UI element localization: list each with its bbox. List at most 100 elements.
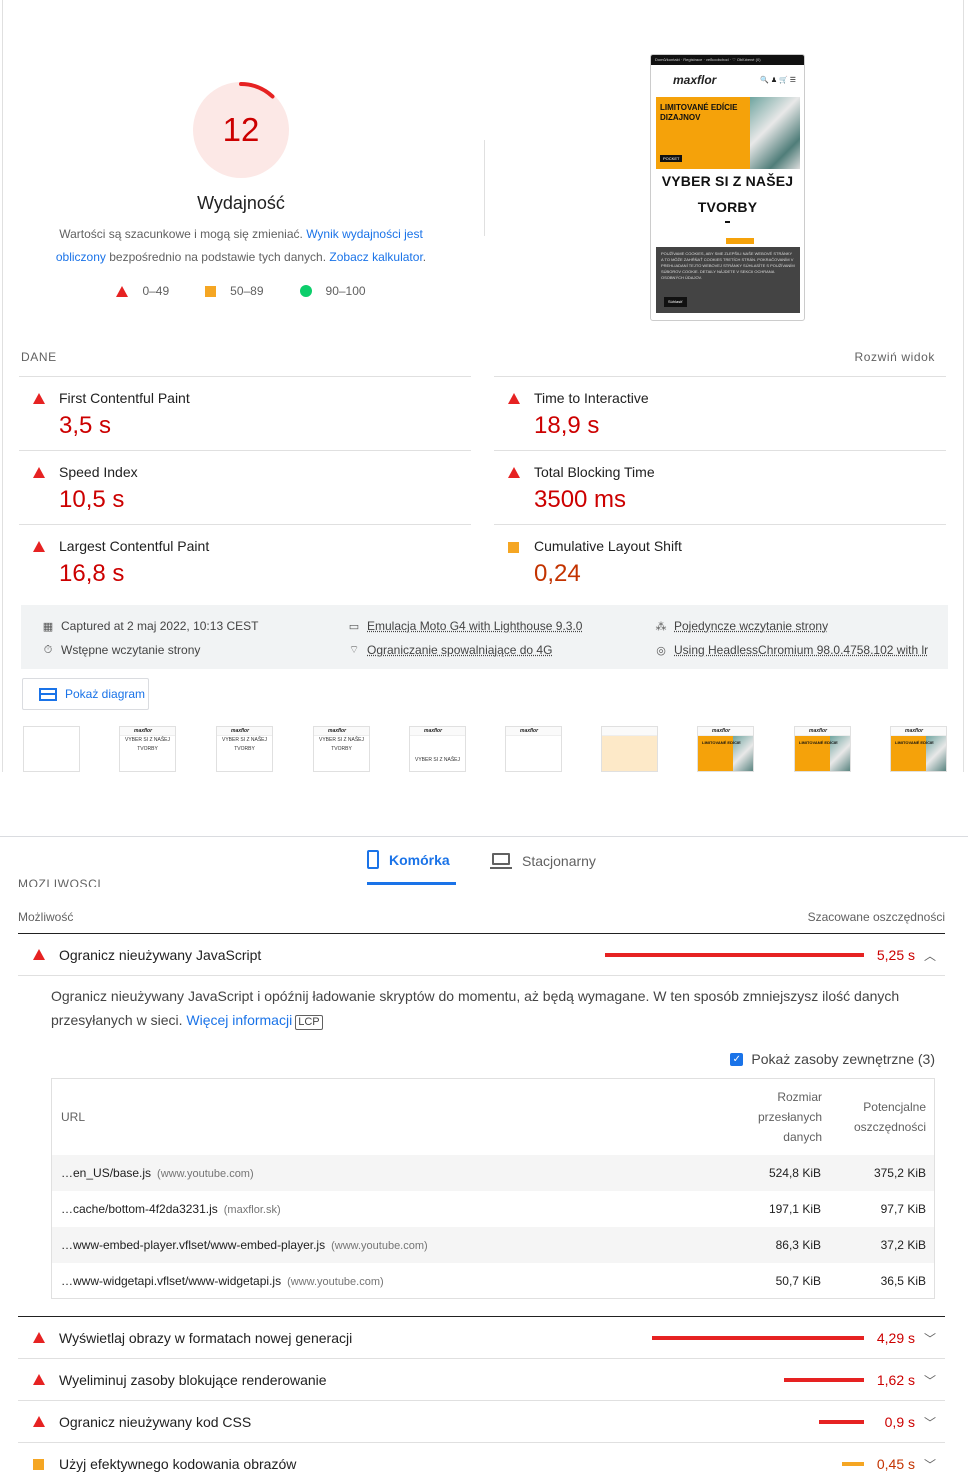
frame-logo: maxflor [410, 727, 465, 736]
column-transfer-size: Rozmiar przesłanych danych [732, 1087, 822, 1147]
shot-topbar: Domů/kontakt · Registrace · veľkoobchod … [651, 55, 804, 65]
opportunity-title: Ogranicz nieużywany kod CSS [59, 1414, 252, 1430]
frame-logo: maxflor [698, 727, 753, 736]
opportunity-column-label: Możliwość [18, 910, 74, 924]
transfer-size-cell: 50,7 KiB [775, 1274, 821, 1288]
shot-orange-pill [726, 238, 754, 244]
opportunity-unused-js[interactable]: Ogranicz nieużywany JavaScript 5,25 s ︿ [18, 934, 945, 976]
shot-header-icons: 🔍 ♟ 🛒 ☰ [760, 77, 796, 84]
filmstrip-frame: maxflor VYBER SI Z NAŠEJ TVORBY [216, 726, 273, 772]
shot-logo: maxflor [673, 73, 717, 87]
url-cell[interactable]: …www-embed-player.vflset/www-embed-playe… [61, 1238, 428, 1252]
laptop-icon [490, 853, 512, 869]
legend-fail: 0–49 [116, 284, 169, 298]
frame-logo: maxflor [891, 727, 946, 736]
performance-gauge: 12 [192, 81, 290, 179]
performance-summary-card: 12 Wydajność Wartości są szacunkowe i mo… [2, 0, 964, 772]
savings-cell: 375,2 KiB [873, 1166, 926, 1180]
savings-value: 0,9 s [884, 1414, 915, 1430]
emulation[interactable]: ▭ Emulacja Moto G4 with Lighthouse 9.3.0 [347, 619, 583, 633]
learn-more-link[interactable]: Więcej informacji [186, 1012, 292, 1028]
frame-heading: VYBER SI Z NAŠEJ [414, 757, 460, 763]
nodes-icon: ⁂ [655, 620, 667, 633]
filmstrip-frame [601, 726, 658, 772]
frame-banner-text: LIMITOVANÉ EDÍCIE [895, 740, 934, 745]
tab-mobile-label: Komórka [389, 851, 450, 868]
metric-value: 0,24 [534, 560, 581, 587]
single-load-text[interactable]: Pojedyncze wczytanie strony [674, 619, 828, 633]
expand-view-toggle[interactable]: Rozwiń widok [854, 350, 935, 364]
phone-icon [367, 850, 379, 869]
metric-name: First Contentful Paint [59, 390, 190, 406]
chevron-down-icon[interactable]: ﹀ [924, 1456, 936, 1473]
tab-desktop[interactable]: Stacjonarny [490, 837, 596, 885]
metric-speed-index: Speed Index 10,5 s [19, 450, 471, 524]
chevron-down-icon[interactable]: ﹀ [924, 1330, 936, 1347]
savings-value: 0,45 s [876, 1456, 915, 1472]
savings-bar [819, 1420, 864, 1424]
url-path: …cache/bottom-4f2da3231.js [61, 1202, 218, 1216]
browser-text[interactable]: Using HeadlessChromium 98.0.4758.102 wit… [674, 643, 928, 657]
performance-title: Wydajność [197, 193, 285, 213]
frame-subheading: TVORBY [137, 746, 158, 752]
calendar-icon: ▦ [42, 620, 54, 633]
wifi-icon: ⌔ [348, 644, 360, 656]
fail-triangle-icon [508, 467, 520, 478]
savings-bar [605, 953, 864, 957]
shot-dash [725, 221, 730, 223]
opportunity-render-blocking[interactable]: Wyeliminuj zasoby blokujące renderowanie… [18, 1359, 945, 1401]
frame-logo: maxflor [314, 727, 369, 736]
savings-value: 1,62 s [876, 1372, 915, 1388]
throttling[interactable]: ⌔ Ograniczanie spowalniające do 4G [347, 643, 553, 657]
final-screenshot[interactable]: Domů/kontakt · Registrace · veľkoobchod … [650, 54, 805, 321]
url-cell[interactable]: …en_US/base.js (www.youtube.com) [61, 1166, 254, 1180]
unused-js-table: URL Rozmiar przesłanych danych Potencjal… [51, 1078, 935, 1299]
shot-cookie-banner: POUŽÍVAME COOKIES, ABY SME ZLEPŠILI NAŠE… [656, 247, 800, 313]
url-cell[interactable]: …www-widgetapi.vflset/www-widgetapi.js (w… [61, 1274, 384, 1288]
tab-mobile[interactable]: Komórka [367, 837, 456, 885]
third-party-filter[interactable]: ✓ Pokaż zasoby zewnętrzne (3) [730, 1051, 935, 1067]
calculator-link[interactable]: Zobacz kalkulator [329, 250, 422, 264]
show-treemap-button[interactable]: Pokaż diagram [22, 678, 149, 710]
chrome-icon: ◎ [656, 644, 666, 657]
throttling-text[interactable]: Ograniczanie spowalniające do 4G [367, 643, 552, 657]
chevron-down-icon[interactable]: ﹀ [924, 1372, 936, 1389]
timer-icon: ⏱ [43, 643, 53, 656]
frame-heading: VYBER SI Z NAŠEJ [124, 737, 170, 743]
emulation-text[interactable]: Emulacja Moto G4 with Lighthouse 9.3.0 [367, 619, 582, 633]
frame-subheading: TVORBY [331, 746, 352, 752]
fail-triangle-icon [508, 393, 520, 404]
average-square-icon [205, 285, 217, 297]
savings-bar [784, 1378, 864, 1382]
checkbox-checked-icon[interactable]: ✓ [730, 1052, 744, 1066]
opportunity-description: Ogranicz nieużywany JavaScript i opóźnij… [51, 984, 931, 1032]
url-host: (www.youtube.com) [287, 1276, 384, 1288]
metric-value: 18,9 s [534, 412, 600, 439]
score-legend: 0–49 50–89 90–100 [3, 284, 479, 298]
opportunity-unused-css[interactable]: Ogranicz nieużywany kod CSS 0,9 s ﹀ [18, 1401, 945, 1443]
fail-triangle-icon [33, 949, 45, 960]
shot-banner-button: POCKET [660, 155, 683, 162]
column-save-line: oszczędności [853, 1120, 926, 1134]
url-cell[interactable]: …cache/bottom-4f2da3231.js (maxflor.sk) [61, 1202, 281, 1216]
metric-fcp: First Contentful Paint 3,5 s [19, 376, 471, 450]
shot-headline-2: TVORBY [697, 199, 758, 215]
opportunity-image-encoding[interactable]: Użyj efektywnego kodowania obrazów 0,45 … [18, 1443, 945, 1481]
single-load[interactable]: ⁂ Pojedyncze wczytanie strony [654, 619, 829, 633]
opportunity-next-gen-images[interactable]: Wyświetlaj obrazy w formatach nowej gene… [18, 1317, 945, 1359]
browser-info[interactable]: ◎ Using HeadlessChromium 98.0.4758.102 wi… [654, 643, 928, 657]
frame-banner-text: LIMITOVANÉ EDÍCIE [799, 740, 838, 745]
url-path: …www-embed-player.vflset/www-embed-playe… [61, 1238, 326, 1252]
savings-bar [842, 1462, 864, 1466]
metric-cls: Cumulative Layout Shift 0,24 [494, 524, 946, 598]
metric-value: 16,8 s [59, 560, 125, 587]
url-path: …en_US/base.js [61, 1166, 152, 1180]
fail-triangle-icon [33, 467, 45, 478]
frame-heading: VYBER SI Z NAŠEJ [318, 737, 364, 743]
chevron-down-icon[interactable]: ﹀ [924, 1414, 936, 1431]
url-host: (www.youtube.com) [157, 1168, 254, 1180]
tab-desktop-label: Stacjonarny [522, 853, 596, 869]
chevron-up-icon[interactable]: ︿ [924, 947, 936, 964]
legend-pass-label: 90–100 [325, 284, 366, 298]
initial-load-text: Wstępne wczytanie strony [61, 643, 201, 657]
